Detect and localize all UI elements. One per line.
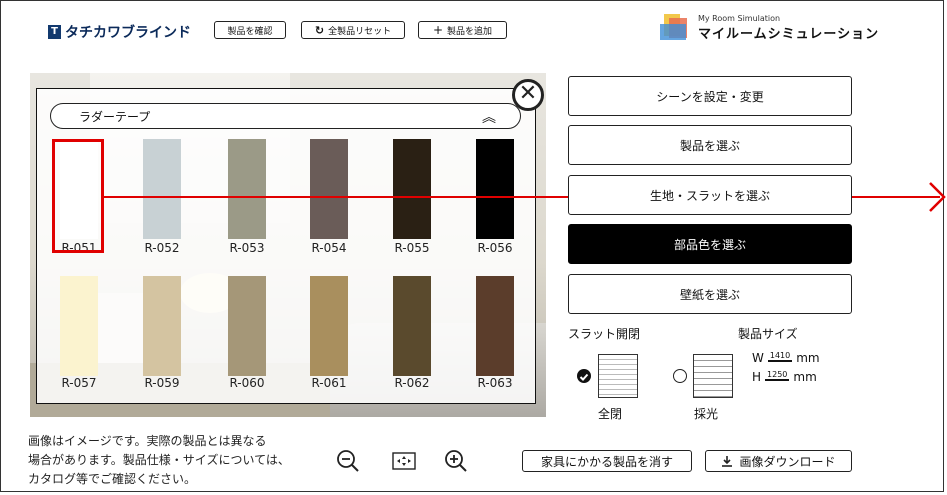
select-wallpaper-button[interactable]: 壁紙を選ぶ bbox=[568, 274, 852, 314]
select-product-button[interactable]: 製品を選ぶ bbox=[568, 125, 852, 165]
width-unit: mm bbox=[796, 351, 820, 365]
color-swatch[interactable] bbox=[393, 276, 431, 376]
swatch-code-label: R-053 bbox=[229, 241, 265, 255]
color-swatch[interactable] bbox=[310, 139, 348, 239]
zoom-out-icon[interactable] bbox=[335, 448, 361, 474]
select-fabric-label: 生地・スラットを選ぶ bbox=[649, 188, 770, 203]
width-prefix: W bbox=[752, 351, 764, 365]
download-image-button[interactable]: 画像ダウンロード bbox=[705, 450, 852, 472]
closed-radio[interactable] bbox=[577, 369, 591, 383]
light-radio[interactable] bbox=[673, 369, 687, 383]
swatch-code-label: R-063 bbox=[477, 376, 513, 390]
width-value[interactable]: 1410 bbox=[767, 351, 793, 362]
color-swatch[interactable] bbox=[60, 276, 98, 376]
swatch-code-label: R-056 bbox=[477, 241, 513, 255]
note-line-2: 場合があります。製品仕様・サイズについては、 bbox=[28, 453, 290, 467]
clear-furniture-products-button[interactable]: 家具にかかる製品を消す bbox=[522, 450, 692, 472]
select-wallpaper-label: 壁紙を選ぶ bbox=[679, 287, 740, 302]
color-swatch[interactable] bbox=[228, 276, 266, 376]
light-label: 採光 bbox=[694, 407, 719, 421]
slat-open-close-title: スラット開閉 bbox=[568, 327, 641, 341]
swatch-code-label: R-057 bbox=[61, 376, 97, 390]
color-swatch[interactable] bbox=[143, 276, 181, 376]
note-line-3: カタログ等でご確認ください。 bbox=[28, 472, 197, 486]
selected-swatch-highlight bbox=[52, 139, 104, 253]
note-line-1: 画像はイメージです。実際の製品とは異なる bbox=[28, 434, 267, 448]
width-dimension: W 1410 mm bbox=[752, 351, 820, 365]
scene-settings-button[interactable]: シーンを設定・変更 bbox=[568, 76, 852, 116]
color-swatch[interactable] bbox=[310, 276, 348, 376]
color-swatch[interactable] bbox=[393, 139, 431, 239]
swatch-code-label: R-062 bbox=[394, 376, 430, 390]
disclaimer-note: 画像はイメージです。実際の製品とは異なる 場合があります。製品仕様・サイズについ… bbox=[28, 432, 290, 489]
scene-settings-label: シーンを設定・変更 bbox=[656, 89, 764, 104]
swatch-code-label: R-060 bbox=[229, 376, 265, 390]
check-icon bbox=[579, 373, 589, 381]
height-value[interactable]: 1250 bbox=[765, 370, 790, 381]
color-swatch[interactable] bbox=[476, 276, 514, 376]
light-blind-thumbnail[interactable] bbox=[693, 354, 733, 398]
closed-label: 全閉 bbox=[598, 407, 623, 421]
height-unit: mm bbox=[793, 370, 817, 384]
zoom-in-icon[interactable] bbox=[443, 448, 469, 474]
select-parts-color-button[interactable]: 部品色を選ぶ bbox=[568, 224, 852, 264]
color-swatch[interactable] bbox=[228, 139, 266, 239]
select-parts-color-label: 部品色を選ぶ bbox=[673, 237, 746, 252]
swatch-code-label: R-055 bbox=[394, 241, 430, 255]
swatch-code-label: R-061 bbox=[311, 376, 347, 390]
color-swatch[interactable] bbox=[143, 139, 181, 239]
product-size-title: 製品サイズ bbox=[738, 327, 798, 341]
height-prefix: H bbox=[752, 370, 762, 384]
annotation-arrow-head bbox=[929, 182, 946, 212]
swatch-code-label: R-052 bbox=[144, 241, 180, 255]
fit-screen-icon[interactable] bbox=[391, 448, 417, 474]
clear-furniture-label: 家具にかかる製品を消す bbox=[540, 454, 673, 469]
closed-blind-thumbnail[interactable] bbox=[598, 354, 638, 398]
color-swatch[interactable] bbox=[476, 139, 514, 239]
download-label: 画像ダウンロード bbox=[739, 454, 836, 469]
select-fabric-button[interactable]: 生地・スラットを選ぶ bbox=[568, 175, 852, 215]
select-product-label: 製品を選ぶ bbox=[679, 138, 740, 153]
swatch-code-label: R-054 bbox=[311, 241, 347, 255]
download-icon bbox=[722, 456, 733, 467]
height-dimension: H 1250 mm bbox=[752, 370, 817, 384]
swatch-code-label: R-059 bbox=[144, 376, 180, 390]
